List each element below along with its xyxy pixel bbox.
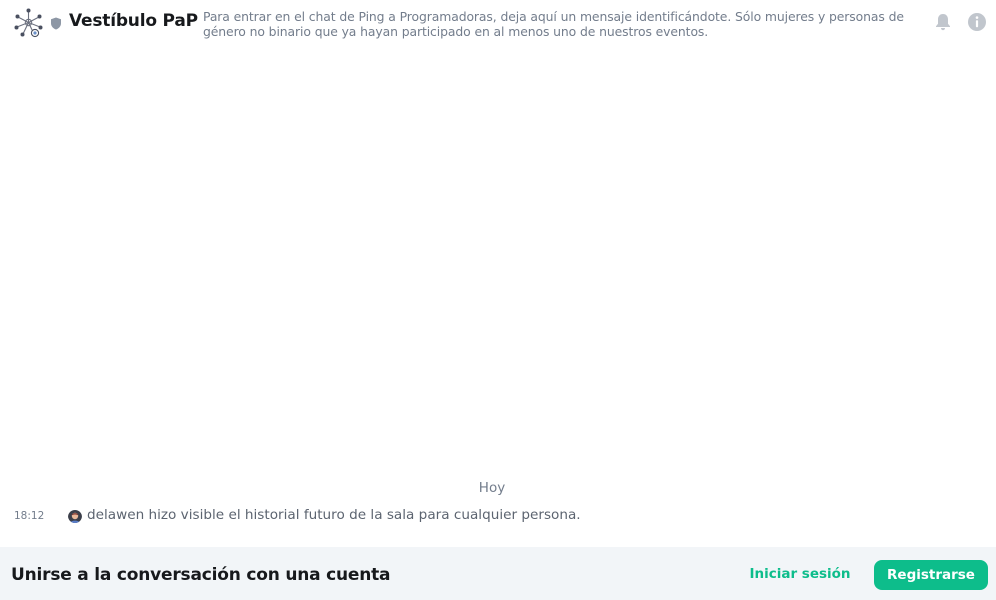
- room-info-button[interactable]: [966, 11, 988, 33]
- encryption-badge: [50, 15, 62, 30]
- room-name[interactable]: Vestíbulo PaP: [69, 11, 198, 31]
- date-separator: Hoy: [478, 480, 506, 496]
- room-avatar[interactable]: [13, 7, 44, 38]
- room-topic[interactable]: Para entrar en el chat de Ping a Program…: [203, 9, 915, 39]
- timeline-event[interactable]: 18:12 delawen hizo visible el historial …: [0, 506, 996, 528]
- network-logo-icon: [14, 8, 43, 38]
- event-text: delawen hizo visible el historial futuro…: [87, 507, 581, 523]
- join-footer: Unirse a la conversación con una cuenta …: [0, 547, 996, 600]
- login-button[interactable]: Iniciar sesión: [745, 559, 855, 589]
- join-prompt: Unirse a la conversación con una cuenta: [11, 565, 391, 585]
- register-button[interactable]: Registrarse: [874, 560, 988, 590]
- user-avatar[interactable]: [68, 509, 82, 523]
- notifications-button[interactable]: [932, 11, 954, 33]
- message-timeline[interactable]: Hoy 18:12 delawen hizo visible el histor…: [0, 46, 996, 546]
- info-icon: [968, 13, 986, 31]
- bell-icon: [936, 14, 950, 31]
- shield-icon: [51, 17, 61, 30]
- avatar-icon: [68, 510, 82, 523]
- room-header: Vestíbulo PaP Para entrar en el chat de …: [0, 0, 996, 46]
- app-window: Vestíbulo PaP Para entrar en el chat de …: [0, 0, 996, 600]
- event-timestamp[interactable]: 18:12: [14, 510, 44, 522]
